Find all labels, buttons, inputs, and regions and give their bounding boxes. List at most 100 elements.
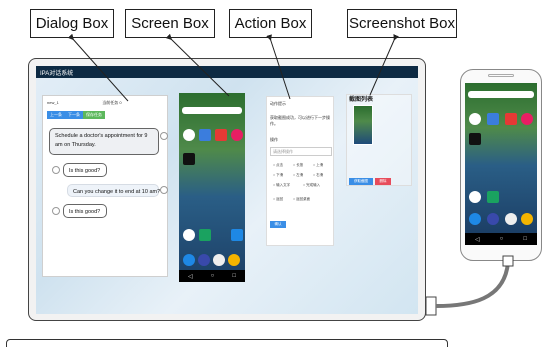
confirm-button-label: 确认 <box>274 222 282 226</box>
action-option-label: 上滑 <box>316 163 324 167</box>
dialog-header: new_1 当前任务 0 <box>47 100 165 109</box>
dialog-panel: new_1 当前任务 0 上一条 下一条 保存任务 Schedule a doc… <box>42 95 168 277</box>
screenshot-panel: 截图列表 获取截图 删除 <box>346 94 412 186</box>
user-message: Schedule a doctor's appointment for 9 am… <box>49 128 159 155</box>
dialog-box-label: Dialog Box <box>30 9 114 38</box>
next-button[interactable]: 下一条 <box>65 111 83 119</box>
action-panel: 动作提示 获取截图成功，可以进行下一步操作。 操作 请选择操作 ○ 点击 ○ 长… <box>266 96 334 246</box>
action-option-label: 返回 <box>276 197 284 201</box>
action-option[interactable]: ○ 长按 <box>293 163 303 168</box>
android-nav-bar: ◁ ○ □ <box>179 270 245 282</box>
system-message-text: Is this good? <box>69 168 101 174</box>
google-icon <box>183 129 195 141</box>
screen-box-label: Screen Box <box>125 9 215 38</box>
play-movies-icon <box>231 229 243 241</box>
apps-icon <box>213 254 225 266</box>
play-store-icon <box>199 229 211 241</box>
action-option[interactable]: ○ 点击 <box>273 163 283 168</box>
action-option[interactable]: ○ 返回桌面 <box>293 197 310 202</box>
messages-icon <box>198 254 210 266</box>
phone-mirror-screen[interactable]: ◁ ○ □ <box>179 93 245 282</box>
chrome-icon <box>228 254 240 266</box>
uber-icon <box>469 133 481 145</box>
action-option[interactable]: ○ 完成输入 <box>303 183 320 188</box>
save-task-button-label: 保存任务 <box>86 112 102 117</box>
user-avatar-icon <box>160 186 168 194</box>
search-bar <box>182 107 242 114</box>
screenshot-title: 截图列表 <box>349 97 374 103</box>
user-avatar-icon <box>160 132 168 140</box>
screen-box-label-text: Screen Box <box>131 15 209 32</box>
home-icon[interactable]: ○ <box>211 273 215 279</box>
screenshot-box-label: Screenshot Box <box>347 9 457 38</box>
next-button-label: 下一条 <box>68 112 80 117</box>
play-store-icon <box>487 191 499 203</box>
back-icon[interactable]: ◁ <box>188 273 193 280</box>
action-option[interactable]: ○ 返回 <box>273 197 283 202</box>
delete-button[interactable]: 删除 <box>375 178 391 185</box>
uber-icon <box>183 153 195 165</box>
action-option[interactable]: ○ 下滑 <box>273 173 283 178</box>
system-message-text: Is this good? <box>69 209 101 215</box>
action-section-label: 操作 <box>270 137 278 142</box>
usb-port <box>425 296 437 316</box>
home-icon: ○ <box>499 236 504 242</box>
google-icon <box>469 191 481 203</box>
action-option-label: 右滑 <box>316 173 324 177</box>
phone-icon <box>469 213 481 225</box>
phone-speaker <box>488 74 514 77</box>
system-diagram: Dialog Box Screen Box Action Box Screens… <box>0 0 550 347</box>
dialog-header-center: 当前任务 0 <box>102 100 122 105</box>
action-option[interactable]: ○ 上滑 <box>313 163 323 168</box>
get-screenshot-button-label: 获取截图 <box>354 179 368 183</box>
dialog-header-left: new_1 <box>47 100 59 105</box>
settings-icon <box>521 113 533 125</box>
action-option-label: 下滑 <box>276 173 284 177</box>
action-option[interactable]: ○ 左滑 <box>293 173 303 178</box>
app-icon <box>505 113 517 125</box>
action-option-label: 长按 <box>296 163 304 167</box>
action-select-placeholder: 请选择操作 <box>273 149 293 154</box>
phone-device-screen <box>465 83 537 233</box>
action-option-label: 输入文字 <box>276 183 291 187</box>
dialog-box-label-text: Dialog Box <box>35 15 109 32</box>
action-option[interactable]: ○ 输入文字 <box>273 183 290 188</box>
system-message: Is this good? <box>63 163 107 177</box>
app-title: IPA对话系统 <box>40 71 74 77</box>
weather-icon <box>487 113 499 125</box>
apps-icon <box>505 213 517 225</box>
confirm-button[interactable]: 确认 <box>270 221 286 228</box>
save-task-button[interactable]: 保存任务 <box>83 111 105 119</box>
action-box-label: Action Box <box>229 9 312 38</box>
phone-icon <box>183 254 195 266</box>
messages-icon <box>487 213 499 225</box>
action-title: 动作提示 <box>270 101 286 106</box>
search-bar <box>468 91 534 98</box>
back-icon: ◁ <box>475 236 480 243</box>
action-description: 获取截图成功，可以进行下一步操作。 <box>270 115 330 126</box>
usb-cable <box>435 261 510 308</box>
get-screenshot-button[interactable]: 获取截图 <box>349 178 373 185</box>
phone-device-nav-bar: ◁ ○ □ <box>465 233 537 245</box>
action-option-label: 返回桌面 <box>296 197 311 201</box>
screenshot-thumbnail[interactable] <box>353 105 373 145</box>
chrome-icon <box>521 213 533 225</box>
app-titlebar: IPA对话系统 <box>36 66 418 78</box>
settings-icon <box>231 129 243 141</box>
app-icon <box>215 129 227 141</box>
action-select[interactable]: 请选择操作 <box>270 147 332 156</box>
system-avatar-icon <box>52 207 60 215</box>
action-option-label: 左滑 <box>296 173 304 177</box>
prev-button-label: 上一条 <box>50 112 62 117</box>
delete-button-label: 删除 <box>379 179 387 183</box>
system-message: Is this good? <box>63 204 107 218</box>
system-avatar-icon <box>52 166 60 174</box>
user-message-text: Schedule a doctor's appointment for 9 am… <box>55 133 148 148</box>
recents-icon: □ <box>523 236 527 242</box>
action-option[interactable]: ○ 右滑 <box>313 173 323 178</box>
prev-button[interactable]: 上一条 <box>47 111 65 119</box>
weather-icon <box>199 129 211 141</box>
user-message-text: Can you change it to end at 10 am? <box>73 189 161 195</box>
bottom-box <box>6 339 448 347</box>
recents-icon[interactable]: □ <box>232 273 236 279</box>
